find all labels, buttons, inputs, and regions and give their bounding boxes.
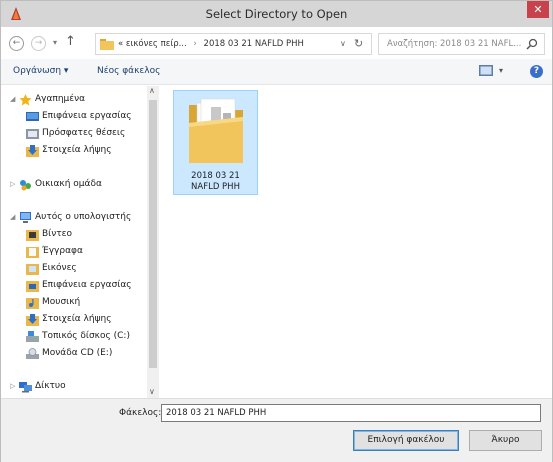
folder-field-label: Φάκελος: [119,408,162,418]
dialog-footer: Φάκελος: Επιλογή φακέλου Άκυρο [1,398,552,462]
downloads-folder-icon [26,314,39,326]
breadcrumb-overflow[interactable]: « [118,39,123,49]
navigation-pane: ◢ Αγαπημένα Επιφάνεια εργασίας Πρόσφατες… [10,86,159,398]
cd-drive-icon [26,348,39,359]
breadcrumb-item-current[interactable]: 2018 03 21 NAFLD PHH [204,39,304,49]
search-input[interactable]: Αναζήτηση: 2018 03 21 NAFL... [387,39,521,49]
address-bar[interactable]: « εικόνες πείρ... › 2018 03 21 NAFLD PHH… [95,33,372,55]
refresh-icon[interactable]: ↻ [354,37,363,50]
new-folder-button[interactable]: Νέος φάκελος [97,66,160,76]
command-bar: Οργάνωση ▾ Νέος φάκελος ▾ ? [1,59,552,85]
nav-pane-scrollbar[interactable]: ∧ ∨ [147,86,159,398]
up-button[interactable]: ↑ [65,34,76,49]
navigation-row: ← → ▾ ↑ « εικόνες πείρ... › 2018 03 21 N… [1,27,552,59]
folder-tile-selected[interactable]: 2018 03 21 NAFLD PHH [173,90,258,195]
scroll-down-icon[interactable]: ∨ [149,387,155,396]
hard-drive-icon [26,331,39,342]
chevron-right-icon[interactable]: › [193,39,196,49]
view-options-icon[interactable] [479,65,493,76]
scroll-up-icon[interactable]: ∧ [149,86,155,95]
file-list-pane: 2018 03 21 NAFLD PHH [161,86,549,398]
music-folder-icon [26,298,39,309]
expand-caret-icon[interactable]: ◢ [10,213,15,221]
select-folder-button[interactable]: Επιλογή φακέλου [353,430,459,451]
star-icon [19,94,32,106]
expand-caret-icon[interactable]: ▷ [10,382,15,390]
scrollbar-thumb[interactable] [149,100,157,368]
search-icon[interactable] [526,38,538,50]
pictures-folder-icon [26,264,39,275]
back-button[interactable]: ← [9,36,24,51]
desktop-icon [26,112,39,121]
organize-menu[interactable]: Οργάνωση ▾ [13,66,68,76]
homegroup-icon [20,180,31,191]
recent-locations-dropdown[interactable]: ▾ [53,38,57,47]
large-folder-icon [189,98,243,163]
network-icon [19,382,32,393]
folder-name: 2018 03 21 NAFLD PHH [191,171,240,192]
videos-folder-icon [26,230,39,241]
computer-icon [20,212,31,223]
dialog-window: Select Directory to Open ✕ ← → ▾ ↑ « εικ… [0,0,553,462]
documents-folder-icon [26,247,39,258]
desktop-folder-icon [26,281,39,292]
breadcrumb-item-parent[interactable]: εικόνες πείρ... [126,39,187,49]
forward-button[interactable]: → [31,36,46,51]
help-icon[interactable]: ? [530,65,543,78]
recent-places-icon [26,129,39,139]
expand-caret-icon[interactable]: ◢ [10,95,15,103]
address-dropdown-icon[interactable]: ∨ [340,39,346,48]
expand-caret-icon[interactable]: ▷ [10,180,15,188]
breadcrumb: « εικόνες πείρ... › 2018 03 21 NAFLD PHH [118,39,304,49]
cancel-button[interactable]: Άκυρο [469,430,542,451]
view-dropdown-icon[interactable]: ▾ [499,66,503,75]
window-title: Select Directory to Open [205,7,348,21]
search-box[interactable]: Αναζήτηση: 2018 03 21 NAFL... [378,33,545,55]
downloads-icon [26,145,39,157]
title-bar: Select Directory to Open ✕ [1,1,552,27]
folder-icon [100,39,114,50]
close-button[interactable]: ✕ [527,1,549,18]
folder-name-input[interactable] [161,404,541,422]
